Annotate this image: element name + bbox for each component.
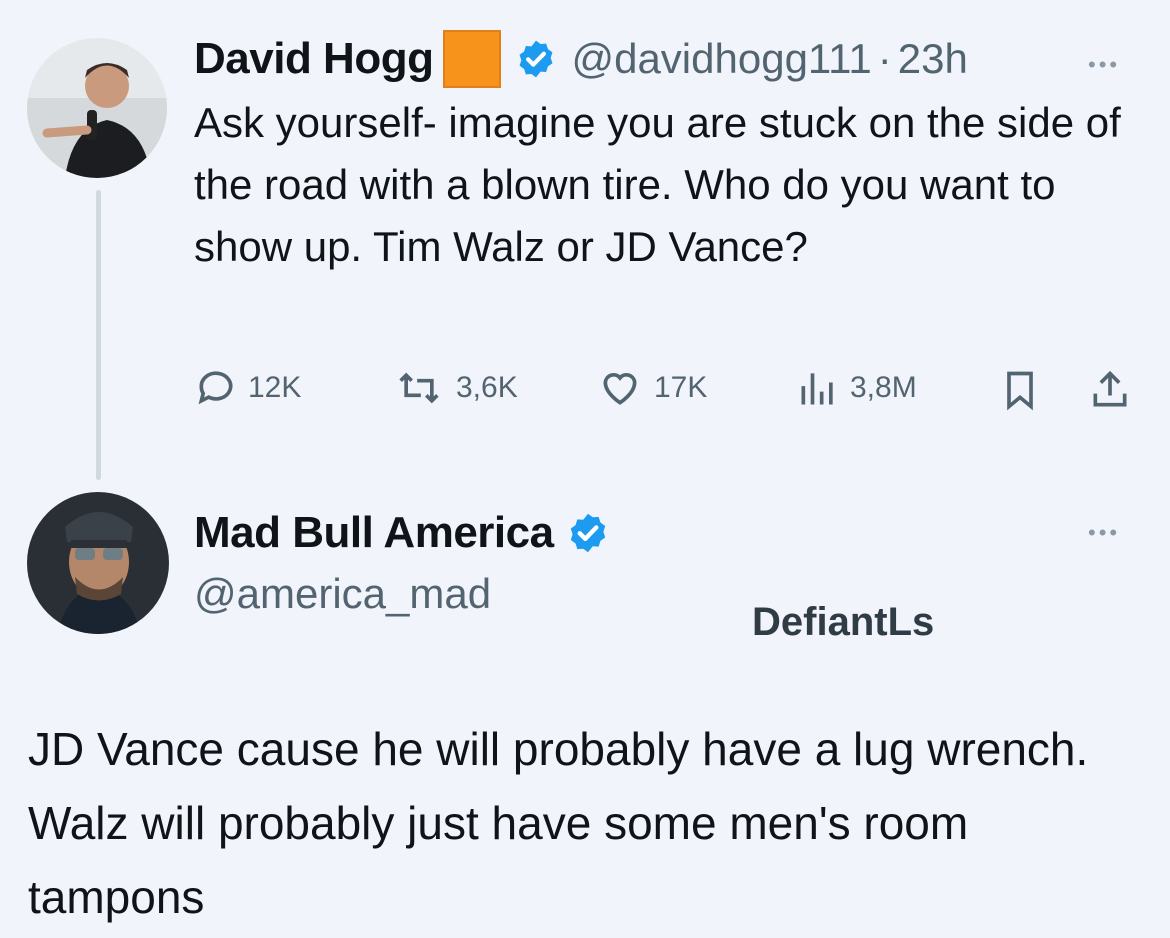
reply-author-name[interactable]: Mad Bull America	[194, 508, 554, 558]
share-icon	[1093, 370, 1127, 407]
reply-verified-badge-icon	[566, 511, 610, 555]
reply-count: 12K	[248, 371, 302, 404]
verified-badge-icon	[515, 38, 557, 80]
author-avatar[interactable]	[27, 38, 167, 178]
like-count: 17K	[654, 371, 708, 404]
tweet-time[interactable]: 23h	[898, 35, 968, 83]
reply-text: JD Vance cause he will probably have a l…	[28, 723, 1089, 923]
share-button[interactable]	[1088, 366, 1132, 419]
more-options-icon[interactable]: •••	[1088, 52, 1120, 78]
watermark-text: DefiantLs	[752, 600, 935, 644]
repost-button[interactable]: 3,6K	[392, 366, 518, 410]
repost-icon	[399, 372, 439, 404]
reply-author-avatar[interactable]	[27, 492, 169, 634]
bookmark-button[interactable]	[998, 366, 1042, 419]
reply-icon	[198, 371, 233, 405]
repost-count: 3,6K	[456, 371, 518, 404]
avatar-photo	[27, 38, 167, 178]
reply-avatar-photo	[27, 492, 169, 634]
heart-icon	[603, 373, 637, 405]
author-handle[interactable]: @davidhogg111	[571, 35, 871, 83]
bookmark-icon	[1007, 371, 1033, 411]
time-separator: ·	[877, 35, 892, 82]
reply-button[interactable]: 12K	[194, 366, 301, 410]
author-name[interactable]: David Hogg	[194, 34, 434, 84]
views-button[interactable]: 3,8M	[796, 366, 917, 410]
affiliate-badge-icon	[443, 30, 502, 88]
reply-header: Mad Bull America	[194, 508, 610, 558]
thread-connector-line	[96, 190, 101, 480]
like-button[interactable]: 17K	[596, 366, 707, 410]
tweet-header: David Hogg @davidhogg111 · 23h	[194, 30, 968, 88]
views-chart-icon	[801, 373, 833, 405]
views-count: 3,8M	[850, 371, 917, 404]
tweet-text: Ask yourself- imagine you are stuck on t…	[194, 99, 1121, 270]
reply-author-handle[interactable]: @america_mad	[194, 570, 491, 618]
reply-more-options-icon[interactable]: •••	[1088, 520, 1120, 546]
